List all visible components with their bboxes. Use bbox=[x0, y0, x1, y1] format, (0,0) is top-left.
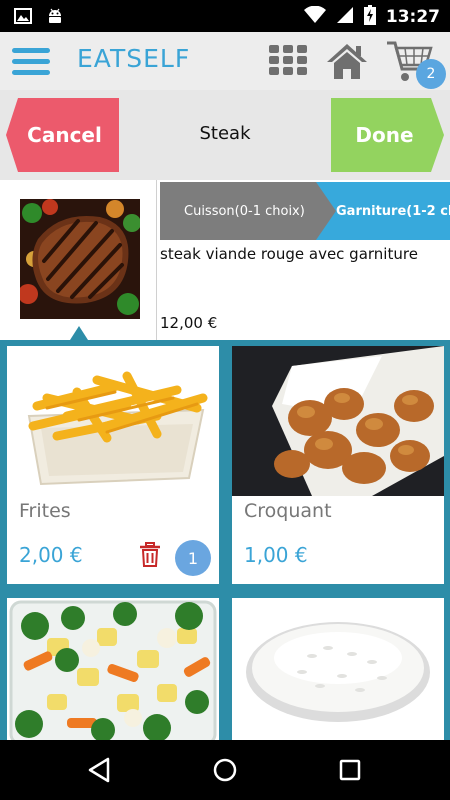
home-icon[interactable] bbox=[326, 42, 368, 80]
garniture-grid: Frites 2,00 € 1 Croquant 1,00 € bbox=[0, 340, 450, 740]
cancel-button[interactable]: Cancel bbox=[6, 98, 119, 172]
done-button[interactable]: Done bbox=[331, 98, 444, 172]
signal-icon bbox=[336, 6, 354, 28]
selection-pointer bbox=[70, 326, 88, 340]
back-icon[interactable] bbox=[87, 757, 111, 783]
done-button-label: Done bbox=[355, 123, 414, 147]
android-icon bbox=[46, 7, 64, 29]
item-name: Croquant bbox=[244, 500, 332, 522]
app-title: EATSELF bbox=[77, 44, 191, 73]
trash-icon[interactable] bbox=[139, 542, 161, 568]
dish-title: Steak bbox=[199, 123, 251, 144]
action-bar: Cancel Steak Done bbox=[0, 90, 450, 180]
battery-charging-icon bbox=[363, 5, 376, 29]
tab-cuisson-label: Cuisson(0-1 choix) bbox=[184, 203, 305, 219]
vegetables-image bbox=[7, 598, 219, 740]
tab-garniture-label: Garniture(1-2 choix) bbox=[336, 203, 450, 219]
grid-icon[interactable] bbox=[268, 44, 308, 76]
home-circle-icon[interactable] bbox=[212, 757, 238, 783]
item-card-rice[interactable] bbox=[232, 598, 444, 740]
item-card-frites[interactable]: Frites 2,00 € 1 bbox=[7, 346, 219, 584]
status-bar: 13:27 bbox=[0, 0, 450, 32]
item-card-vegetables[interactable] bbox=[7, 598, 219, 740]
header-divider bbox=[156, 180, 157, 340]
status-time: 13:27 bbox=[385, 7, 440, 27]
product-price: 12,00 € bbox=[160, 314, 218, 332]
product-description: steak viande rouge avec garniture bbox=[160, 245, 418, 263]
croquant-image bbox=[232, 346, 444, 496]
cancel-button-label: Cancel bbox=[27, 123, 102, 147]
steak-image bbox=[20, 199, 140, 319]
cart-count-badge: 2 bbox=[416, 59, 446, 89]
item-card-croquant[interactable]: Croquant 1,00 € bbox=[232, 346, 444, 584]
item-price: 2,00 € bbox=[19, 543, 83, 567]
item-name: Frites bbox=[19, 500, 71, 522]
tab-garniture[interactable]: Garniture(1-2 choix) bbox=[316, 182, 450, 240]
item-price: 1,00 € bbox=[244, 543, 308, 567]
recents-icon[interactable] bbox=[338, 758, 362, 782]
quantity-badge: 1 bbox=[175, 540, 211, 576]
product-header: Cuisson(0-1 choix) Garniture(1-2 choix) … bbox=[0, 180, 450, 340]
rice-image bbox=[232, 598, 444, 740]
hamburger-menu-icon[interactable] bbox=[12, 48, 50, 76]
app-bar: EATSELF 2 bbox=[0, 32, 450, 90]
navigation-bar bbox=[0, 740, 450, 800]
screen: 13:27 EATSELF 2 Cancel Steak Done Cuisso… bbox=[0, 0, 450, 800]
image-icon bbox=[14, 7, 32, 29]
frites-image bbox=[7, 346, 219, 496]
wifi-icon bbox=[303, 5, 326, 28]
